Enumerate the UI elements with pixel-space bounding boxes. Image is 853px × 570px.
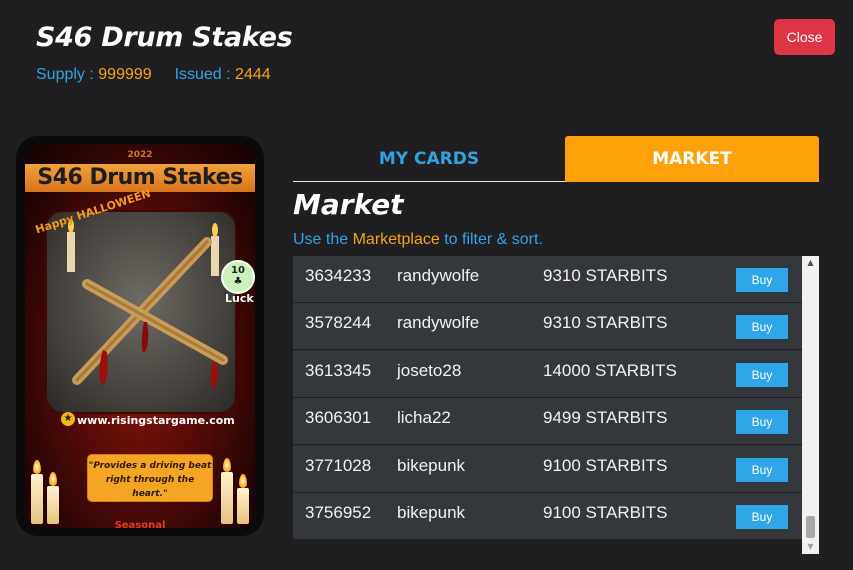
hint-suffix: to filter & sort. <box>444 231 543 248</box>
listing-id: 3634233 <box>305 266 372 285</box>
seller-name: licha22 <box>397 408 451 427</box>
listing-price: 14000 STARBITS <box>543 361 677 380</box>
card-rarity: Seasonal <box>114 520 166 528</box>
tab-bar: MY CARDS MARKET <box>293 136 819 183</box>
supply-value: 999999 <box>98 66 152 83</box>
buy-button[interactable]: Buy <box>736 505 788 529</box>
listing-id: 3578244 <box>305 313 372 332</box>
luck-value: 10 <box>231 265 245 276</box>
listing-id: 3613345 <box>305 361 372 380</box>
card-year: 2022 <box>127 150 153 160</box>
listing-price: 9310 STARBITS <box>543 266 668 285</box>
card-detail-modal: S46 Drum Stakes Supply : 999999 Issued :… <box>0 0 853 570</box>
card-frame: 2022 S46 Drum Stakes Happy HALLOWEEN 10 … <box>25 144 255 528</box>
table-row: 3756952 bikepunk 9100 STARBITS Buy <box>293 493 802 540</box>
luck-badge: 10 ♣ <box>221 260 255 294</box>
supply-label: Supply : <box>36 66 94 83</box>
seller-name: randywolfe <box>397 266 480 285</box>
luck-label: Luck <box>225 292 254 305</box>
market-listing-table: 3634233 randywolfe 9310 STARBITS Buy 357… <box>293 256 819 540</box>
listing-id: 3606301 <box>305 408 372 427</box>
listing-price: 9100 STARBITS <box>543 503 668 522</box>
issued-value: 2444 <box>235 66 271 83</box>
card-name: S46 Drum Stakes <box>37 165 243 190</box>
table-row: 3578244 randywolfe 9310 STARBITS Buy <box>293 303 802 350</box>
tab-market[interactable]: MARKET <box>565 136 819 182</box>
tab-my-cards[interactable]: MY CARDS <box>293 136 565 182</box>
table-row: 3771028 bikepunk 9100 STARBITS Buy <box>293 446 802 493</box>
marketplace-link[interactable]: Marketplace <box>353 231 440 248</box>
seller-name: bikepunk <box>397 456 466 475</box>
buy-button[interactable]: Buy <box>736 315 788 339</box>
listing-id: 3771028 <box>305 456 372 475</box>
buy-button[interactable]: Buy <box>736 458 788 482</box>
seller-name: joseto28 <box>397 361 462 380</box>
listing-scrollbar[interactable]: ▲ ▼ <box>802 256 819 554</box>
seller-name: bikepunk <box>397 503 466 522</box>
clover-icon: ♣ <box>233 276 243 287</box>
card-quote: "Provides a driving beat right through t… <box>87 454 213 502</box>
seller-name: randywolfe <box>397 313 480 332</box>
market-heading: Market <box>293 188 404 221</box>
hint-prefix: Use the <box>293 231 349 248</box>
listing-id: 3756952 <box>305 503 372 522</box>
card-image: 2022 S46 Drum Stakes Happy HALLOWEEN 10 … <box>16 136 264 536</box>
table-row: 3606301 licha22 9499 STARBITS Buy <box>293 398 802 445</box>
close-button[interactable]: Close <box>774 19 835 55</box>
supply-issued-line: Supply : 999999 Issued : 2444 <box>36 66 271 84</box>
star-icon: ★ <box>61 412 75 426</box>
table-row: 3613345 joseto28 14000 STARBITS Buy <box>293 351 802 398</box>
card-title: S46 Drum Stakes <box>36 22 293 53</box>
card-artwork <box>45 210 237 414</box>
issued-label: Issued : <box>174 66 231 83</box>
scroll-down-arrow-icon[interactable]: ▼ <box>802 540 819 554</box>
table-row: 3634233 randywolfe 9310 STARBITS Buy <box>293 256 802 303</box>
market-hint: Use the Marketplace to filter & sort. <box>293 231 543 249</box>
listing-price: 9100 STARBITS <box>543 456 668 475</box>
listing-price: 9499 STARBITS <box>543 408 668 427</box>
buy-button[interactable]: Buy <box>736 363 788 387</box>
listing-price: 9310 STARBITS <box>543 313 668 332</box>
drumsticks-illustration <box>67 219 228 389</box>
card-url: www.risingstargame.com <box>77 414 235 427</box>
buy-button[interactable]: Buy <box>736 410 788 434</box>
scroll-up-arrow-icon[interactable]: ▲ <box>802 256 819 270</box>
scroll-thumb[interactable] <box>806 516 815 538</box>
buy-button[interactable]: Buy <box>736 268 788 292</box>
